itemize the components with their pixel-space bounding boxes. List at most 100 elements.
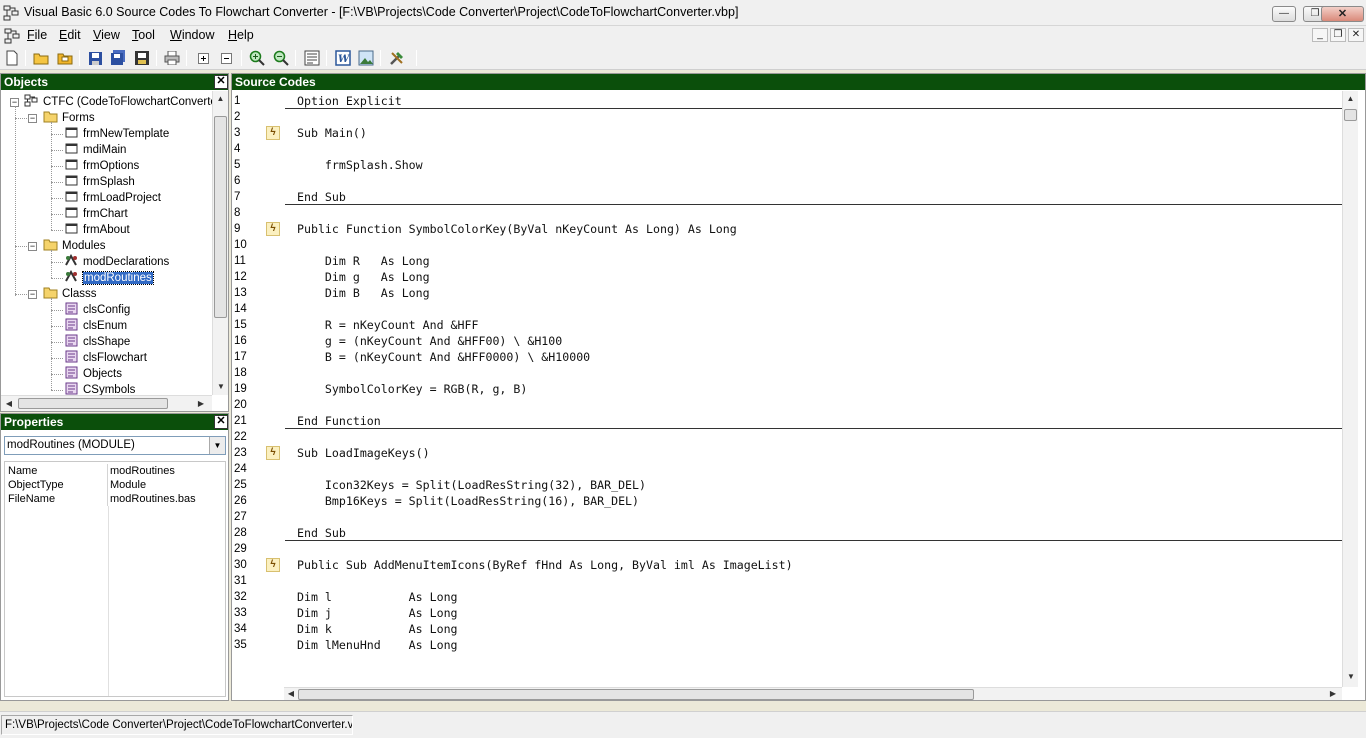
print-icon[interactable] (162, 49, 181, 67)
image-export-icon[interactable] (356, 49, 375, 67)
code-line: Dim B As Long (297, 285, 430, 301)
child-restore-button[interactable]: ❐ (1330, 28, 1346, 42)
tree-item[interactable]: Objects (64, 366, 122, 382)
tree-vertical-scrollbar[interactable]: ▲ ▼ (212, 91, 228, 395)
tree-item[interactable]: clsEnum (64, 318, 127, 334)
property-value: Module (110, 478, 146, 492)
tree-item[interactable]: frmAbout (64, 222, 130, 238)
property-row[interactable]: ObjectTypeModule (5, 478, 225, 492)
form-icon (64, 142, 79, 155)
class-icon (64, 382, 79, 395)
scroll-left-icon[interactable]: ◀ (285, 686, 297, 702)
code-line: End Sub (297, 525, 346, 541)
menu-edit[interactable]: Edit (57, 27, 83, 45)
properties-panel-close-button[interactable]: ✕ (214, 415, 228, 429)
tree-root-project[interactable]: CTFC (CodeToFlowchartConverter (24, 94, 212, 110)
tree-item-label: mdiMain (83, 144, 126, 156)
document-window-icon[interactable] (4, 28, 20, 44)
tree-collapse-toggle[interactable]: − (28, 242, 37, 251)
menu-help[interactable]: Help (226, 27, 256, 45)
save-all-icon[interactable] (108, 49, 127, 67)
form-icon (64, 174, 79, 187)
tree-group-modules[interactable]: Modules (43, 238, 105, 254)
scroll-up-icon[interactable]: ▲ (1343, 91, 1358, 107)
tree-collapse-toggle[interactable]: − (28, 290, 37, 299)
child-close-button[interactable]: ✕ (1348, 28, 1364, 42)
form-icon (64, 206, 79, 219)
property-value: modRoutines (110, 464, 175, 478)
tree-vscroll-thumb[interactable] (214, 116, 227, 318)
code-line: Public Function SymbolColorKey(ByVal nKe… (297, 221, 737, 237)
scroll-right-icon[interactable]: ▶ (1327, 686, 1339, 702)
tree-item[interactable]: frmSplash (64, 174, 135, 190)
close-button[interactable]: ✕ (1321, 6, 1364, 22)
tree-hscroll-thumb[interactable] (18, 398, 168, 409)
tree-horizontal-scrollbar[interactable]: ◀ ▶ (1, 395, 212, 411)
code-line: End Function (297, 413, 381, 429)
tree-item[interactable]: frmOptions (64, 158, 139, 174)
tree-collapse-toggle[interactable]: − (28, 114, 37, 123)
window-title: Visual Basic 6.0 Source Codes To Flowcha… (24, 5, 738, 19)
collapse-all-icon[interactable] (217, 49, 236, 67)
code-line: R = nKeyCount And &HFF (297, 317, 478, 333)
properties-panel: Properties ✕ modRoutines (MODULE) ▼ Name… (0, 413, 229, 701)
app-icon (3, 5, 19, 21)
project-tree: −CTFC (CodeToFlowchartConverter−Formsfrm… (1, 91, 212, 395)
scroll-down-icon[interactable]: ▼ (1343, 669, 1359, 685)
zoom-out-icon[interactable] (271, 49, 290, 67)
property-row[interactable]: NamemodRoutines (5, 464, 225, 478)
chevron-down-icon[interactable]: ▼ (209, 437, 225, 454)
procedure-divider (285, 540, 1342, 541)
tools-icon[interactable] (387, 49, 406, 67)
menu-window[interactable]: Window (168, 27, 216, 45)
tree-item[interactable]: modDeclarations (64, 254, 169, 270)
form-icon (64, 126, 79, 139)
code-line: Dim g As Long (297, 269, 430, 285)
scroll-down-icon[interactable]: ▼ (213, 379, 229, 395)
tree-group-label: Modules (62, 240, 105, 252)
tree-item[interactable]: CSymbols (64, 382, 135, 395)
scroll-left-icon[interactable]: ◀ (3, 396, 15, 412)
scroll-right-icon[interactable]: ▶ (195, 396, 207, 412)
status-project-path: F:\VB\Projects\Code Converter\Project\Co… (1, 715, 353, 735)
word-export-icon[interactable]: W (333, 49, 352, 67)
code-hscroll-thumb[interactable] (298, 689, 974, 700)
object-selector-combo[interactable]: modRoutines (MODULE) ▼ (4, 436, 226, 455)
objects-panel-close-button[interactable]: ✕ (214, 75, 228, 89)
code-vertical-scrollbar[interactable]: ▲ ▼ (1342, 91, 1358, 687)
menu-file[interactable]: File (25, 27, 49, 45)
child-minimize-button[interactable]: _ (1312, 28, 1328, 42)
code-vscroll-thumb[interactable] (1344, 109, 1357, 121)
tree-item[interactable]: frmChart (64, 206, 128, 222)
tree-item-label: modDeclarations (83, 256, 169, 268)
tree-item[interactable]: frmNewTemplate (64, 126, 169, 142)
code-horizontal-scrollbar[interactable]: ◀ ▶ (284, 687, 1342, 700)
toolbar: W (0, 46, 1366, 70)
code-line: frmSplash.Show (297, 157, 423, 173)
project-icon (24, 94, 39, 107)
new-file-icon[interactable] (2, 49, 21, 67)
tree-item[interactable]: clsConfig (64, 302, 130, 318)
open-project-icon[interactable] (55, 49, 74, 67)
code-line: B = (nKeyCount And &HFF0000) \ &H10000 (297, 349, 590, 365)
menu-tool[interactable]: Tool (130, 27, 157, 45)
tree-item[interactable]: modRoutines (64, 270, 153, 286)
code-line: Bmp16Keys = Split(LoadResString(16), BAR… (297, 493, 639, 509)
properties-icon[interactable] (302, 49, 321, 67)
zoom-in-icon[interactable] (247, 49, 266, 67)
scroll-up-icon[interactable]: ▲ (213, 91, 228, 107)
save-as-icon[interactable] (132, 49, 151, 67)
code-editor[interactable]: Option ExplicitSub Main() frmSplash.Show… (232, 91, 1342, 687)
open-folder-icon[interactable] (31, 49, 50, 67)
expand-all-icon[interactable] (194, 49, 213, 67)
tree-item[interactable]: clsFlowchart (64, 350, 147, 366)
objects-panel: Objects ✕ − CTFC (CodeToFlowchartConverte… (0, 73, 229, 412)
minimize-button[interactable]: — (1272, 6, 1296, 22)
code-line: Sub LoadImageKeys() (297, 445, 430, 461)
tree-item[interactable]: clsShape (64, 334, 130, 350)
tree-item[interactable]: mdiMain (64, 142, 126, 158)
menu-view[interactable]: View (91, 27, 122, 45)
tree-item[interactable]: frmLoadProject (64, 190, 161, 206)
property-row[interactable]: FileNamemodRoutines.bas (5, 492, 225, 506)
save-icon[interactable] (86, 49, 105, 67)
